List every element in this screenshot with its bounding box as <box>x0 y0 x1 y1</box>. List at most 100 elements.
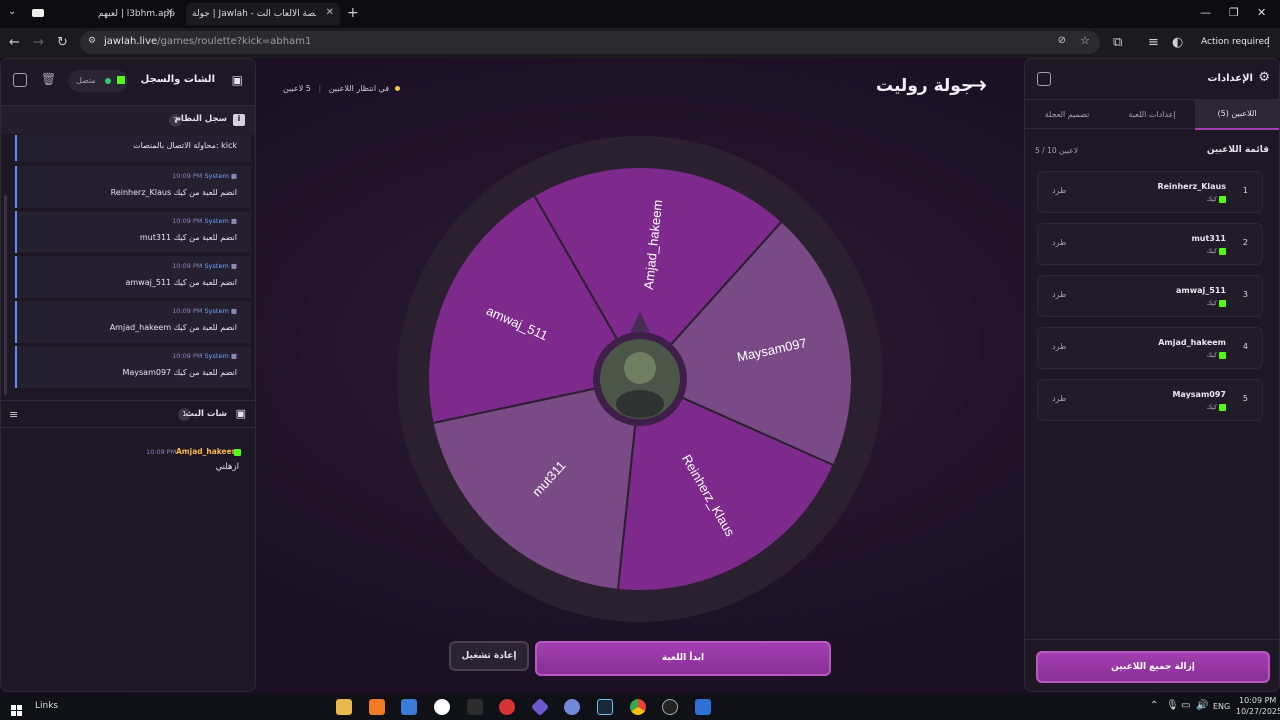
tray-chevron-icon[interactable]: ⌃ <box>1150 700 1158 711</box>
player-number: 4 <box>1242 342 1248 351</box>
action-required[interactable]: Action required <box>1201 37 1270 47</box>
menu-lines-icon[interactable]: ≡ <box>9 408 18 421</box>
remove-all-players-button[interactable]: إزالة جميع اللاعبين <box>1036 651 1270 683</box>
chat-log-panel: 🗑 متصل الشات والسجل ▣ 7 سجل النظام i محا… <box>0 58 256 692</box>
info-icon: i <box>233 114 245 126</box>
reload-icon[interactable]: ↻ <box>57 35 68 50</box>
store-icon[interactable] <box>401 699 417 715</box>
scrollbar[interactable] <box>4 195 7 395</box>
tab-players[interactable]: اللاعبين (5) <box>1195 100 1279 130</box>
eye-off-icon[interactable]: ⊘ <box>1058 35 1066 46</box>
menu-icon[interactable]: ⋮ <box>1262 35 1275 50</box>
kick-player-button[interactable]: طرد <box>1052 290 1066 299</box>
close-icon[interactable]: ✕ <box>166 7 174 18</box>
player-row: 1 Reinherz_Klaus كيك طرد <box>1037 171 1263 213</box>
app-a-icon[interactable] <box>369 699 385 715</box>
back-icon[interactable]: ← <box>9 35 20 50</box>
windows-start-icon[interactable] <box>11 701 22 716</box>
live-chat-header[interactable]: ≡ 1 شات البث ▣ <box>1 400 255 428</box>
profile-icon[interactable]: ◐ <box>1172 35 1183 50</box>
settings-panel: الإعدادات ⚙ اللاعبين (5) إعدادات اللعبة … <box>1024 58 1280 692</box>
log-text: Reinherz_Klaus انضم للعبة من كيك <box>110 188 237 197</box>
forward-icon[interactable]: → <box>33 35 44 50</box>
chat-message: 10:09 PM Amjad_hakeem ازهلني <box>1 443 255 483</box>
kick-player-button[interactable]: طرد <box>1052 342 1066 351</box>
pinned-tab-icon[interactable] <box>32 9 44 17</box>
player-name: Amjad_hakeem <box>1158 338 1226 347</box>
tab-game-settings[interactable]: إعدادات اللعبة <box>1110 100 1194 130</box>
avatar-body <box>616 390 664 418</box>
language-indicator[interactable]: ENG <box>1213 702 1230 711</box>
log-meta: 10:09 PM System ■ <box>172 217 237 225</box>
player-number: 2 <box>1242 238 1248 247</box>
new-tab-icon[interactable]: + <box>347 5 359 21</box>
system-log-list[interactable]: محاولة الاتصال بالمنصات: kick 10:09 PM S… <box>1 135 255 399</box>
shield-app-icon[interactable] <box>695 699 711 715</box>
roulette-wheel[interactable]: Amjad_hakeemMaysam097Reinherz_Klausmut31… <box>397 136 883 622</box>
log-meta: 10:09 PM System ■ <box>172 307 237 315</box>
url-host: jawlah.live <box>104 36 158 47</box>
kick-logo-icon <box>1219 247 1226 255</box>
app-red-icon[interactable] <box>499 699 515 715</box>
kick-player-button[interactable]: طرد <box>1052 394 1066 403</box>
player-number: 5 <box>1242 394 1248 403</box>
clock-date[interactable]: 10/27/2025 <box>1236 707 1280 716</box>
log-text: محاولة الاتصال بالمنصات: kick <box>133 141 237 150</box>
panel-title: الإعدادات <box>1207 73 1253 84</box>
chrome-icon[interactable] <box>630 699 646 715</box>
app-diamond-icon[interactable] <box>530 697 550 717</box>
window-close-icon[interactable]: ✕ <box>1257 6 1266 19</box>
kick-player-button[interactable]: طرد <box>1052 238 1066 247</box>
star-icon[interactable]: ☆ <box>1080 34 1090 47</box>
divider <box>1025 639 1279 640</box>
status-text: في انتظار اللاعبين <box>328 84 390 93</box>
status-text: متصل <box>76 76 96 85</box>
list-item: محاولة الاتصال بالمنصات: kick <box>15 135 251 161</box>
discord-icon[interactable] <box>564 699 580 715</box>
collapse-panel-icon[interactable] <box>13 73 27 87</box>
avatar-head <box>624 352 656 384</box>
restart-button[interactable]: إعادة تشغيل <box>449 641 529 671</box>
volume-icon[interactable]: 🔊 <box>1196 700 1208 711</box>
trash-icon[interactable]: 🗑 <box>41 72 56 86</box>
app-bm-icon[interactable] <box>467 699 483 715</box>
connection-status: متصل <box>68 70 128 92</box>
address-bar[interactable]: ⚙ jawlah.live/games/roulette?kick=abham1… <box>80 31 1100 54</box>
player-name: Reinherz_Klaus <box>1157 182 1226 191</box>
kick-player-button[interactable]: طرد <box>1052 186 1066 195</box>
extensions-icon[interactable]: ⧉ <box>1113 35 1122 50</box>
player-row: 4 Amjad_hakeem كيك طرد <box>1037 327 1263 369</box>
url-path: /games/roulette?kick=abham1 <box>157 36 312 47</box>
taskbar: Links ⌃ 🎙 ▭ 🔊 ENG 10:09 PM 10/27/2025 <box>0 694 1280 720</box>
log-meta: 10:09 PM System ■ <box>172 172 237 180</box>
list-item: 10:09 PM System ■ mut311 انضم للعبة من ك… <box>15 211 251 253</box>
steam-icon[interactable] <box>597 699 613 715</box>
steelseries-icon[interactable] <box>434 699 450 715</box>
system-log-header[interactable]: 7 سجل النظام i <box>1 106 255 134</box>
status-dot <box>394 86 400 91</box>
collapse-panel-icon[interactable] <box>1037 72 1051 86</box>
system-log-title: سجل النظام <box>174 114 227 124</box>
network-icon[interactable]: ▭ <box>1181 700 1190 711</box>
site-info-icon[interactable]: ⚙ <box>88 36 96 46</box>
log-meta: 10:09 PM System ■ <box>172 352 237 360</box>
tab-wheel-design[interactable]: تصميم العجلة <box>1025 100 1109 130</box>
kick-logo-icon <box>234 449 241 456</box>
player-platform: كيك <box>1206 247 1226 255</box>
restore-icon[interactable]: ❐ <box>1229 6 1239 19</box>
microphone-icon[interactable]: 🎙 <box>1166 700 1179 711</box>
tab-l3bhm[interactable]: لعبهم | l3bhm.app ✕ <box>88 3 180 25</box>
obs-icon[interactable] <box>662 699 678 715</box>
media-icon[interactable]: ≡ <box>1148 35 1159 50</box>
tab-list-icon[interactable]: ⌄ <box>8 6 16 17</box>
tab-jawlah[interactable]: جولة | Jawlah - منصة الألعاب الت... ✕ <box>186 3 340 25</box>
close-icon[interactable]: ✕ <box>326 7 334 18</box>
file-explorer-icon[interactable] <box>336 699 352 715</box>
arrow-right-icon[interactable]: → <box>967 71 987 99</box>
clock-time[interactable]: 10:09 PM <box>1239 696 1276 705</box>
minimize-icon[interactable]: — <box>1200 6 1211 19</box>
log-text: amwaj_511 انضم للعبة من كيك <box>125 278 237 287</box>
start-game-button[interactable]: ابدأ اللعبة <box>535 641 831 676</box>
gear-icon: ⚙ <box>1258 70 1270 85</box>
links-toolbar[interactable]: Links <box>35 701 58 711</box>
